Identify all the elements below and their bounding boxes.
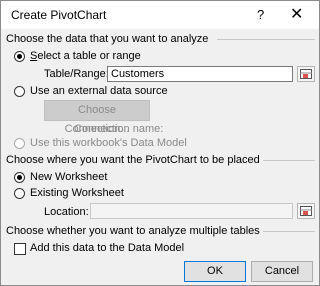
help-button[interactable]: ? — [257, 7, 264, 22]
section-divider — [263, 231, 315, 232]
location-input[interactable] — [90, 203, 293, 219]
add-data-model-label: Add this data to the Data Model — [30, 242, 185, 254]
radio-external-source[interactable] — [14, 86, 25, 97]
table-range-input[interactable]: Customers — [107, 66, 293, 82]
radio-select-table[interactable] — [14, 51, 25, 62]
range-select-button-2[interactable] — [297, 203, 315, 219]
location-label: Location: — [44, 206, 89, 218]
section-divider — [217, 39, 315, 40]
ok-button[interactable]: OK — [184, 261, 246, 282]
data-model-label: Use this workbook's Data Model — [30, 137, 187, 149]
existing-worksheet-label: Existing Worksheet — [30, 187, 124, 199]
range-select-button-1[interactable] — [297, 66, 315, 82]
dialog-title: Create PivotChart — [11, 8, 107, 22]
external-source-label: Use an external data source — [30, 85, 168, 97]
connection-name-label: Connection name: — [74, 123, 164, 135]
table-range-label: Table/Range: — [44, 68, 109, 80]
radio-data-model[interactable] — [14, 138, 25, 149]
choose-connection-button[interactable]: Choose Connection... — [44, 100, 150, 135]
section-title-tables: Choose whether you want to analyze multi… — [6, 225, 260, 237]
create-pivotchart-dialog: Create PivotChart ? ✕ Choose the data th… — [0, 0, 320, 286]
radio-new-worksheet[interactable] — [14, 172, 25, 183]
new-worksheet-label: New Worksheet — [30, 171, 108, 183]
close-button[interactable]: ✕ — [290, 4, 303, 24]
radio-existing-worksheet[interactable] — [14, 188, 25, 199]
section-title-placement: Choose where you want the PivotChart to … — [6, 154, 260, 166]
table-range-value: Customers — [111, 68, 165, 80]
cancel-button[interactable]: Cancel — [251, 261, 313, 282]
section-divider — [263, 160, 315, 161]
section-title-data: Choose the data that you want to analyze — [6, 33, 209, 45]
add-data-model-checkbox[interactable] — [14, 243, 26, 255]
range-select-icon — [300, 206, 312, 216]
select-table-label: Select a table or range — [30, 50, 141, 62]
range-select-icon — [300, 69, 312, 79]
title-bar: Create PivotChart ? ✕ — [1, 1, 319, 29]
